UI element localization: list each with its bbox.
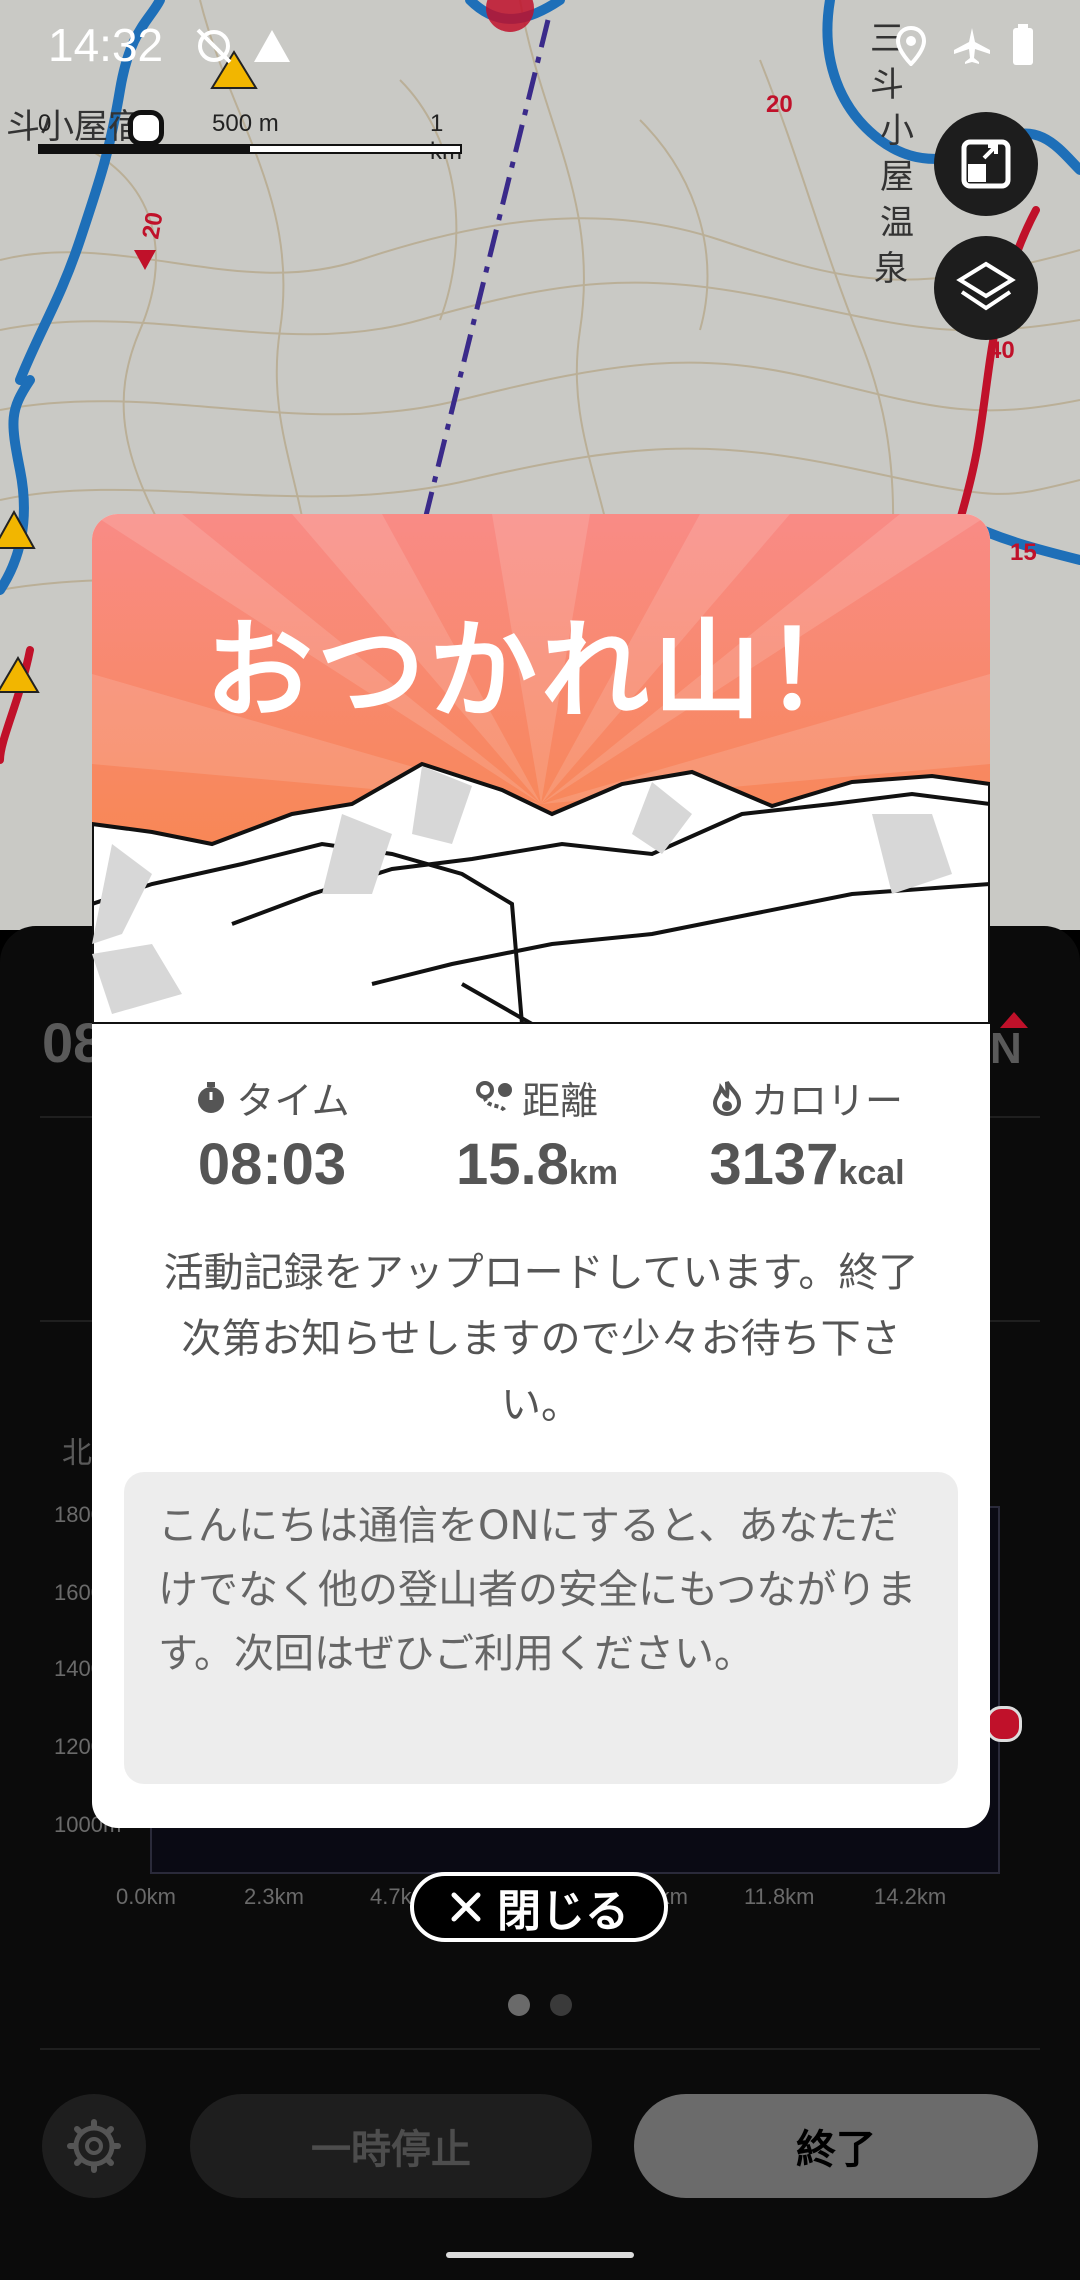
stat-time-label: タイム (236, 1079, 350, 1123)
scale-label-500m: 500 m (212, 110, 279, 137)
route-number-15: 15 (1010, 539, 1037, 566)
end-button[interactable]: 終了 (634, 2094, 1038, 2198)
scale-label-0: 0 (38, 110, 52, 137)
stat-distance-value: 15.8 (455, 1132, 569, 1197)
scale-label-1km: 1 km (430, 110, 462, 165)
location-icon (895, 25, 927, 70)
layers-button[interactable] (934, 236, 1038, 340)
stat-calories-label: カロリー (750, 1079, 903, 1123)
svg-text:斗: 斗 (870, 65, 904, 105)
x-tick: 14.2km (874, 1884, 947, 1909)
svg-text:小: 小 (880, 111, 914, 151)
pause-button[interactable]: 一時停止 (190, 2094, 592, 2198)
close-label: 閉じる (497, 1886, 629, 1937)
stat-distance-unit: km (568, 1154, 619, 1192)
close-dialog-button[interactable]: 閉じる (410, 1872, 668, 1942)
stat-calories: カロリー 3137kcal (672, 1070, 942, 1198)
x-tick: 0.0km (116, 1884, 176, 1909)
route-icon (475, 1080, 512, 1114)
x-tick: 2.3km (244, 1884, 304, 1909)
completion-dialog: おつかれ山！ タイム 08:03 距離 15.8km カロリー 3137kcal… (92, 514, 990, 1828)
status-time: 14:32 (48, 19, 164, 71)
panel-heading-partial: N (990, 1024, 1022, 1073)
map-scale-bar: 0 500 m 1 km (38, 110, 462, 165)
north-arrow-icon (1000, 1012, 1028, 1028)
route-number-40: 40 (988, 337, 1015, 364)
dialog-title: おつかれ山！ (204, 609, 877, 734)
stat-calories-unit: kcal (838, 1154, 905, 1192)
fullscreen-icon (961, 139, 1011, 189)
location-marker (128, 110, 164, 146)
connectivity-notice: こんにちは通信をONにすると、あなただけでなく他の登山者の安全にもつながります。… (124, 1472, 958, 1784)
battery-icon (1012, 24, 1034, 70)
svg-text:20: 20 (137, 210, 168, 241)
stopwatch-icon (198, 1081, 225, 1113)
svg-text:屋: 屋 (880, 157, 914, 197)
close-icon (451, 1892, 481, 1922)
page-indicator[interactable] (550, 1994, 572, 2016)
stat-distance-label: 距離 (521, 1079, 598, 1123)
x-tick: 11.8km (744, 1884, 815, 1909)
chart-current-marker (986, 1706, 1022, 1742)
dialog-banner: おつかれ山！ (92, 514, 990, 1026)
airplane-icon (952, 26, 992, 70)
notice-text: こんにちは通信をONにすると、あなただけでなく他の登山者の安全にもつながります。… (158, 1503, 917, 1677)
gear-icon (67, 2119, 121, 2173)
stat-calories-value: 3137 (709, 1132, 839, 1197)
sync-off-icon (192, 24, 236, 77)
stat-time: タイム 08:03 (152, 1070, 392, 1198)
page-indicator-active[interactable] (508, 1994, 530, 2016)
route-number-20a: 20 (766, 91, 793, 118)
svg-text:温: 温 (880, 203, 914, 243)
signal-icon (252, 28, 292, 68)
layers-icon (956, 261, 1016, 311)
settings-button[interactable] (42, 2094, 146, 2198)
compass-partial: 北 (62, 1437, 92, 1470)
flame-icon (712, 1080, 741, 1116)
stat-distance: 距離 15.8km (412, 1070, 662, 1198)
svg-text:泉: 泉 (874, 249, 908, 289)
fullscreen-button[interactable] (934, 112, 1038, 216)
stat-time-value: 08:03 (197, 1132, 347, 1197)
home-indicator[interactable] (446, 2252, 634, 2258)
panel-divider-3 (40, 2048, 1040, 2050)
upload-message: 活動記録をアップロードしています。終了次第お知らせしますので少々お待ち下さい。 (163, 1250, 919, 1428)
